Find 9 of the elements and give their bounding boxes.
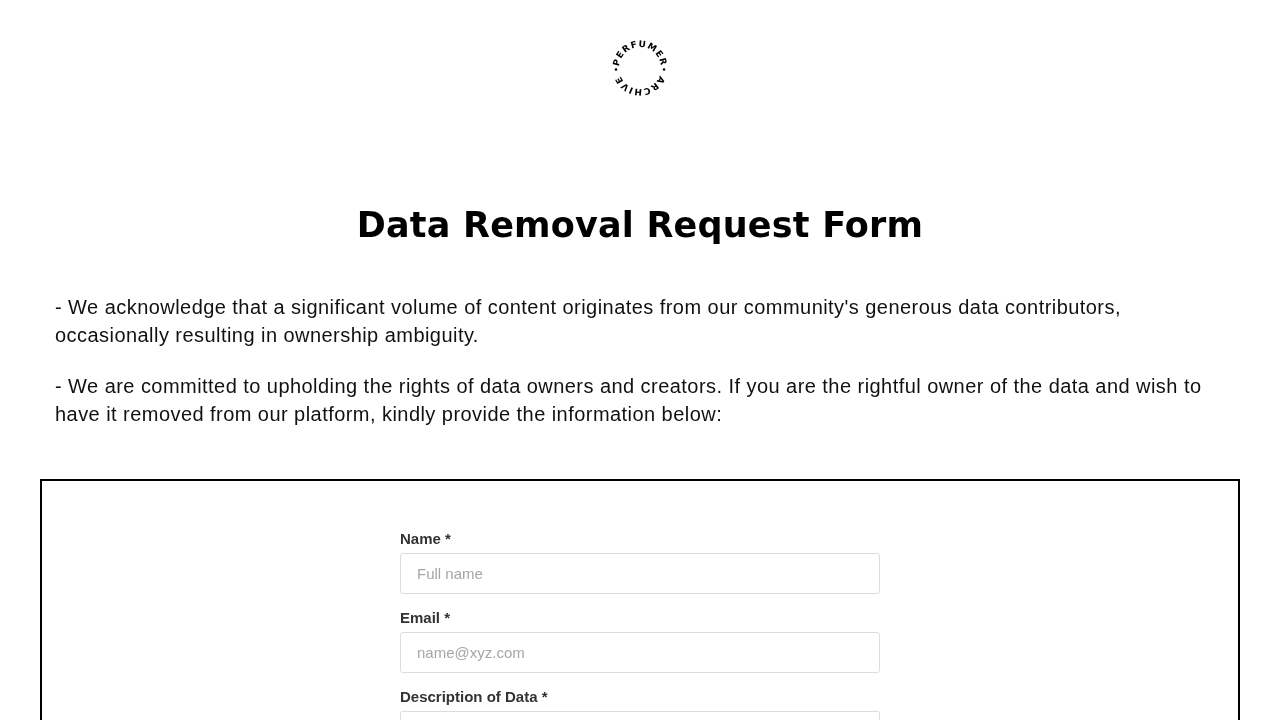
field-label: Name * xyxy=(400,530,452,548)
textarea-field[interactable] xyxy=(400,711,880,720)
text-input[interactable]: Full name xyxy=(400,553,880,594)
field-label: Email * xyxy=(400,609,452,627)
page-title: Data Removal Request Form xyxy=(355,204,925,247)
text-input[interactable]: name@xyz.com xyxy=(400,632,880,673)
field-label: Description of Data * xyxy=(400,688,549,706)
intro-paragraph: - We acknowledge that a significant volume of content originates from our community's generous data contributors, occasionally resulting in ownership ambiguity. xyxy=(55,295,1122,348)
intro-paragraph: - We are committed to upholding the rights of data owners and creators. If you are the rightful owner of the data and wish to have it removed from our platform, kindly provide the information below: xyxy=(55,374,1203,427)
